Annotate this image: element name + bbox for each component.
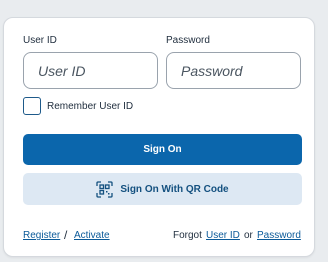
remember-user-id-label: Remember User ID (47, 101, 134, 112)
forgot-text: Forgot (173, 230, 202, 241)
user-id-label: User ID (23, 35, 57, 46)
password-label: Password (166, 35, 210, 46)
link-separator: / (64, 228, 68, 242)
sign-on-button[interactable]: Sign On (23, 134, 302, 165)
activate-link[interactable]: Activate (74, 230, 110, 241)
sign-on-qr-label: Sign On With QR Code (120, 183, 229, 195)
user-id-input[interactable] (23, 52, 158, 89)
forgot-password-link[interactable]: Password (257, 230, 301, 241)
or-text: or (244, 230, 253, 241)
login-card: User ID Password Remember User ID Sign O… (3, 17, 315, 257)
sign-on-qr-button[interactable]: Sign On With QR Code (23, 173, 302, 205)
register-link[interactable]: Register (23, 230, 60, 241)
remember-user-id-checkbox[interactable] (23, 97, 41, 115)
forgot-user-id-link[interactable]: User ID (206, 230, 240, 241)
qr-code-icon (96, 180, 114, 198)
password-input[interactable] (166, 52, 301, 89)
